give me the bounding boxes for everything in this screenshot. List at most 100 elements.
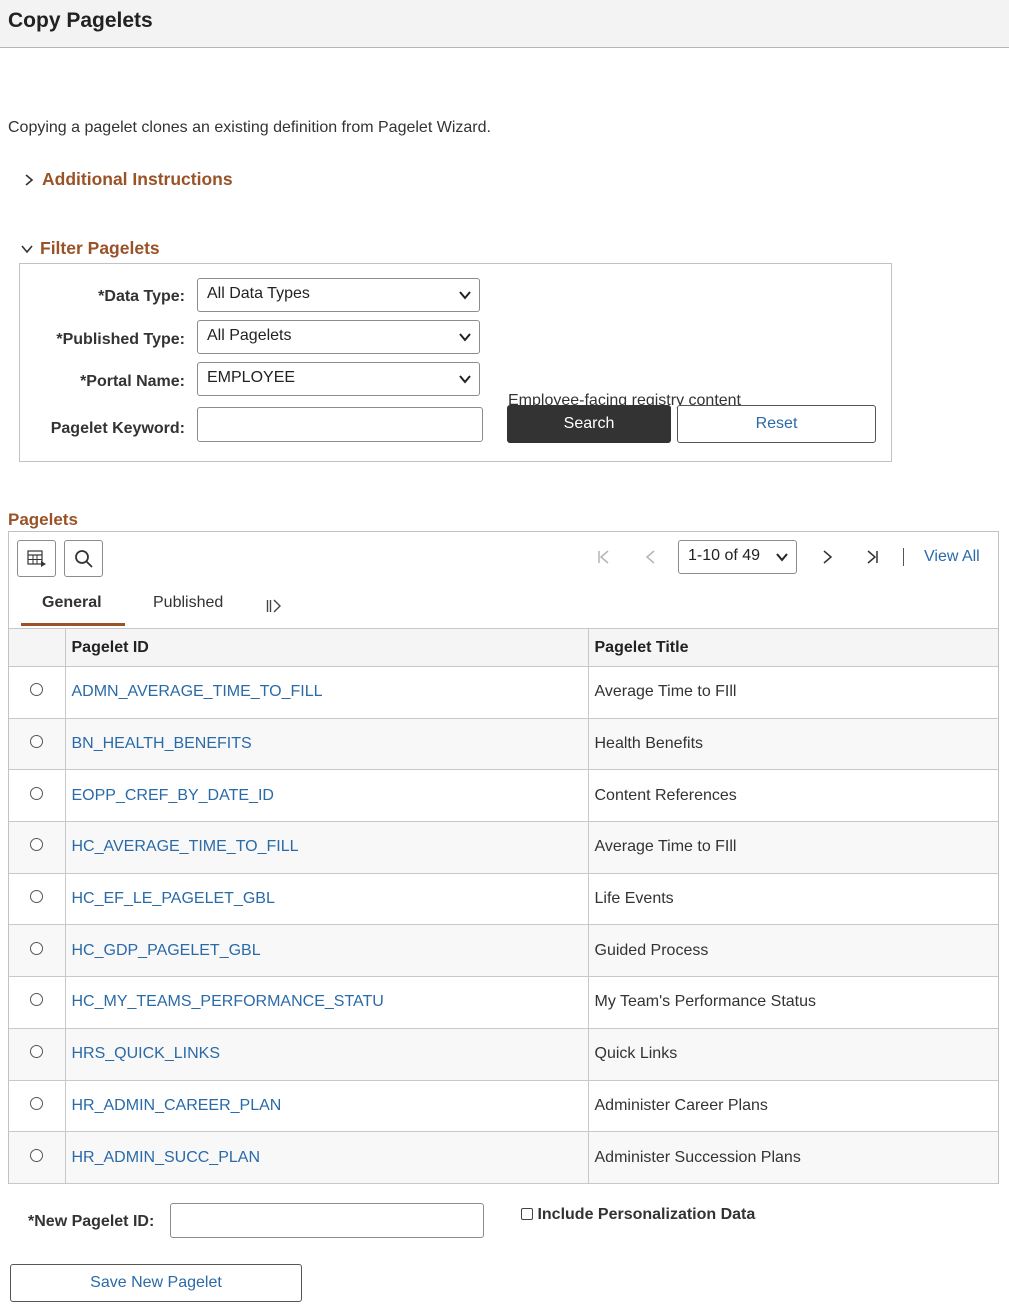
chevron-down-icon [459,375,471,384]
pagelet-title-cell: Life Events [587,873,998,926]
filter-panel: *Data Type: All Data Types *Published Ty… [19,263,892,462]
pagelet-title-cell: Administer Career Plans [587,1080,998,1133]
row-select-radio[interactable] [30,1148,44,1162]
first-page-icon[interactable] [596,549,612,565]
pagelet-id-cell: HC_EF_LE_PAGELET_GBL [64,873,588,926]
chevron-down-icon [21,244,33,253]
table-row: HC_GDP_PAGELET_GBL Guided Process [9,924,998,978]
pagelet-id-column-header: Pagelet ID [64,628,588,667]
tab-published[interactable]: Published [153,594,223,612]
pagelet-id-cell: EOPP_CREF_BY_DATE_ID [64,769,588,823]
row-select-cell [9,873,65,926]
row-select-cell [9,718,65,771]
pagelet-id-link[interactable]: HC_EF_LE_PAGELET_GBL [72,890,275,907]
pagelet-keyword-label: Pagelet Keyword: [50,420,185,437]
pagelet-id-cell: BN_HEALTH_BENEFITS [64,718,588,771]
grid-settings-icon [26,549,46,567]
include-personalization-label: Include Personalization Data [537,1206,756,1223]
published-type-select[interactable]: All Pagelets [197,320,480,354]
view-all-link[interactable]: View All [924,548,980,566]
portal-name-select[interactable]: EMPLOYEE [197,362,480,396]
row-select-cell [9,1131,65,1184]
portal-name-label: *Portal Name: [80,373,185,390]
row-select-cell [9,924,65,978]
select-column-header [9,628,65,667]
pagelet-title-cell: Health Benefits [587,718,998,771]
table-row: HC_AVERAGE_TIME_TO_FILL Average Time to F… [9,821,998,874]
row-select-radio[interactable] [30,993,44,1007]
row-select-radio[interactable] [30,683,44,697]
table-row: HR_ADMIN_SUCC_PLAN Administer Succession … [9,1131,998,1184]
find-in-grid-button[interactable] [64,540,103,577]
row-select-radio[interactable] [30,1045,44,1059]
pagelet-title-cell: Administer Succession Plans [587,1131,998,1184]
additional-instructions-label: Additional Instructions [42,169,233,189]
pagelet-title-cell: Guided Process [587,924,998,978]
save-new-pagelet-button[interactable]: Save New Pagelet [10,1264,302,1302]
chevron-down-icon [776,553,788,562]
pagelet-id-link[interactable]: HC_MY_TEAMS_PERFORMANCE_STATU [72,993,384,1010]
row-select-radio[interactable] [30,838,44,852]
row-select-radio[interactable] [30,1096,44,1110]
row-select-radio[interactable] [30,941,44,955]
row-select-cell [9,1080,65,1133]
search-button[interactable]: Search [507,405,671,443]
row-select-radio[interactable] [30,890,44,904]
new-pagelet-id-label: *New Pagelet ID: [28,1213,155,1230]
personalize-grid-button[interactable] [17,540,56,577]
pagelet-title-cell: Quick Links [587,1028,998,1081]
pagelet-title-cell: Average Time to FIll [587,666,998,719]
pagelet-id-cell: HR_ADMIN_CAREER_PLAN [64,1080,588,1133]
data-type-label: *Data Type: [98,288,185,305]
new-pagelet-id-input[interactable] [170,1203,484,1238]
row-select-cell [9,666,65,719]
search-icon [74,549,93,568]
row-select-cell [9,821,65,874]
pagelet-keyword-input[interactable] [197,407,483,442]
published-type-label: *Published Type: [56,331,185,348]
pagelet-id-link[interactable]: HC_GDP_PAGELET_GBL [72,942,261,959]
pagelet-id-link[interactable]: EOPP_CREF_BY_DATE_ID [72,787,274,804]
table-row: HR_ADMIN_CAREER_PLAN Administer Career Pl… [9,1080,998,1133]
pagelet-id-link[interactable]: BN_HEALTH_BENEFITS [72,735,252,752]
pagelets-section-title: Pagelets [8,510,78,529]
tab-general[interactable]: General [42,594,102,612]
pagelets-table: Pagelet ID Pagelet Title ADMN_AVERAGE_TI… [9,628,998,1184]
next-page-icon[interactable] [820,549,834,565]
row-select-cell [9,769,65,823]
page-range-select[interactable]: 1-10 of 49 [678,540,797,574]
row-select-radio[interactable] [30,786,44,800]
pagelet-id-link[interactable]: HR_ADMIN_CAREER_PLAN [72,1097,282,1114]
include-personalization-option[interactable]: Include Personalization Data [521,1206,755,1224]
row-select-cell [9,976,65,1029]
table-row: HC_MY_TEAMS_PERFORMANCE_STATU My Team's P… [9,976,998,1029]
show-all-columns-icon[interactable] [266,599,282,613]
chevron-down-icon [459,291,471,300]
pagelet-id-link[interactable]: HRS_QUICK_LINKS [72,1045,221,1062]
pagelet-id-cell: HC_AVERAGE_TIME_TO_FILL [64,821,588,874]
filter-pagelets-toggle[interactable]: Filter Pagelets [20,238,160,259]
table-header-row: Pagelet ID Pagelet Title [9,628,998,667]
pagelet-id-link[interactable]: HC_AVERAGE_TIME_TO_FILL [72,838,299,855]
last-page-icon[interactable] [864,549,880,565]
pagelet-id-link[interactable]: HR_ADMIN_SUCC_PLAN [72,1149,261,1166]
pagelet-title-cell: Content References [587,769,998,823]
pagelet-id-cell: HC_MY_TEAMS_PERFORMANCE_STATU [64,976,588,1029]
pagelet-title-cell: Average Time to FIll [587,821,998,874]
pagelet-id-link[interactable]: ADMN_AVERAGE_TIME_TO_FILL [72,683,323,700]
table-row: HRS_QUICK_LINKS Quick Links [9,1028,998,1081]
chevron-down-icon [459,333,471,342]
include-personalization-checkbox[interactable] [521,1208,533,1220]
pagelet-id-cell: HC_GDP_PAGELET_GBL [64,924,588,978]
reset-button[interactable]: Reset [677,405,876,443]
chevron-right-icon [25,173,34,186]
previous-page-icon[interactable] [644,549,658,565]
row-select-radio[interactable] [30,735,44,749]
additional-instructions-toggle[interactable]: Additional Instructions [22,169,233,190]
pagelet-id-cell: HR_ADMIN_SUCC_PLAN [64,1131,588,1184]
table-row: ADMN_AVERAGE_TIME_TO_FILL Average Time to… [9,666,998,719]
data-type-select[interactable]: All Data Types [197,278,480,312]
filter-pagelets-label: Filter Pagelets [40,238,160,258]
intro-text: Copying a pagelet clones an existing def… [8,119,491,136]
pagelet-title-column-header: Pagelet Title [587,628,998,667]
